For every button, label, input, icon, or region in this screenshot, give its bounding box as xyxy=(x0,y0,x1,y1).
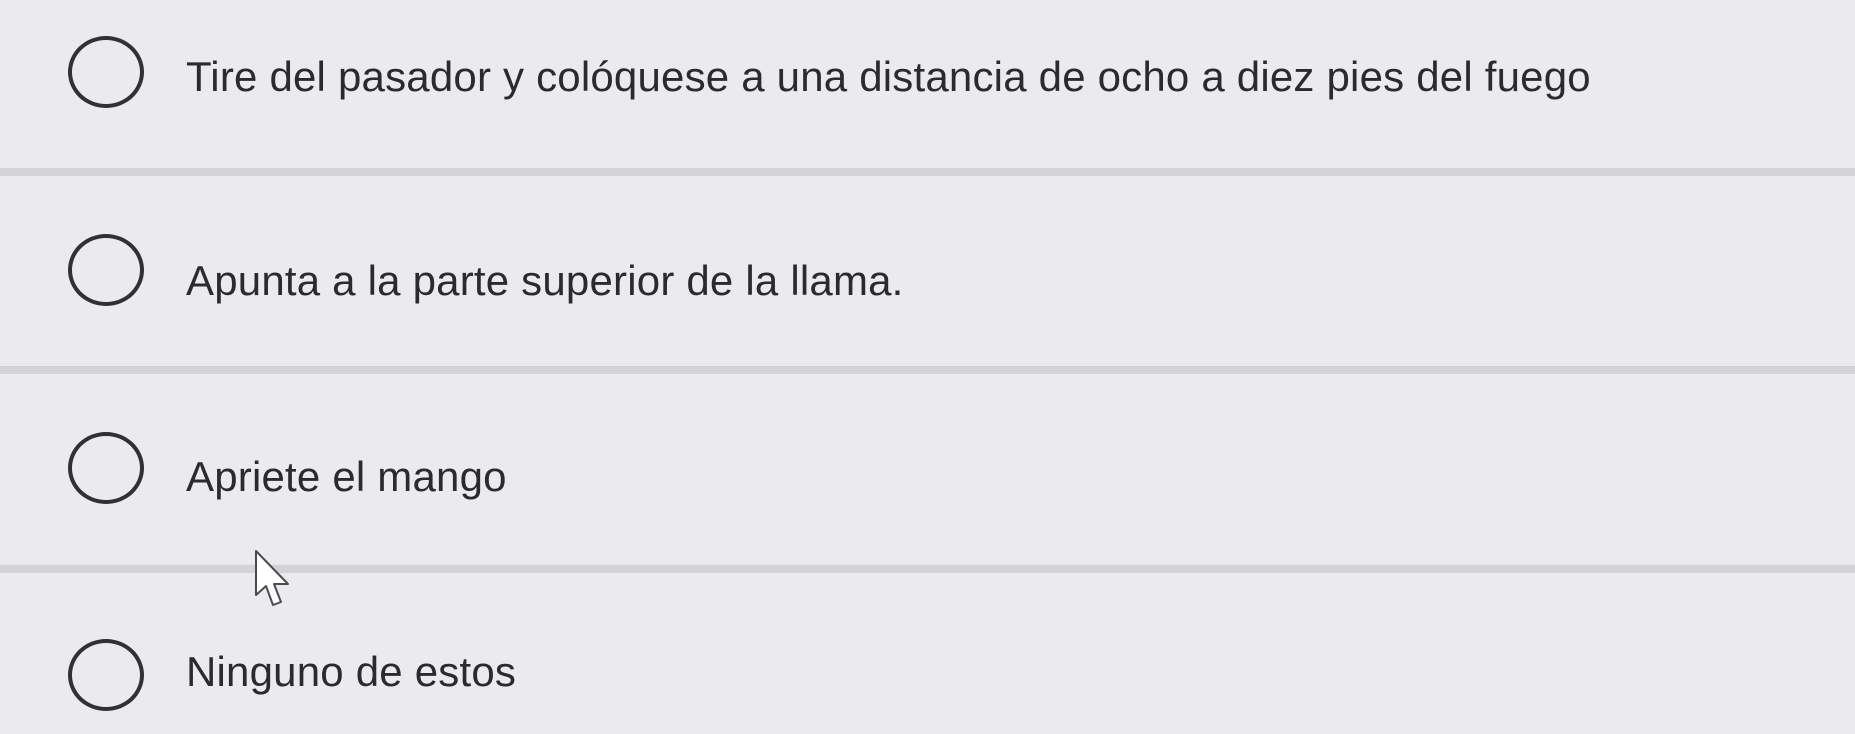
radio-button-icon[interactable] xyxy=(68,36,144,108)
radio-button-icon[interactable] xyxy=(68,234,144,306)
answer-option-label: Ninguno de estos xyxy=(186,648,517,695)
answer-option-4[interactable]: Ninguno de estos xyxy=(0,573,1855,734)
answer-option-1[interactable]: Tire del pasador y colóquese a una dista… xyxy=(0,0,1855,168)
radio-button-icon[interactable] xyxy=(68,432,144,504)
option-divider xyxy=(0,168,1855,176)
option-divider xyxy=(0,366,1855,374)
radio-button-icon[interactable] xyxy=(68,639,144,711)
option-divider xyxy=(0,565,1855,573)
answer-option-2[interactable]: Apunta a la parte superior de la llama. xyxy=(0,176,1855,366)
answer-option-label: Tire del pasador y colóquese a una dista… xyxy=(186,53,1591,100)
answer-options-list: Tire del pasador y colóquese a una dista… xyxy=(0,0,1855,734)
answer-option-label: Apriete el mango xyxy=(186,453,507,500)
answer-option-3[interactable]: Apriete el mango xyxy=(0,374,1855,564)
answer-option-label: Apunta a la parte superior de la llama. xyxy=(186,257,904,304)
